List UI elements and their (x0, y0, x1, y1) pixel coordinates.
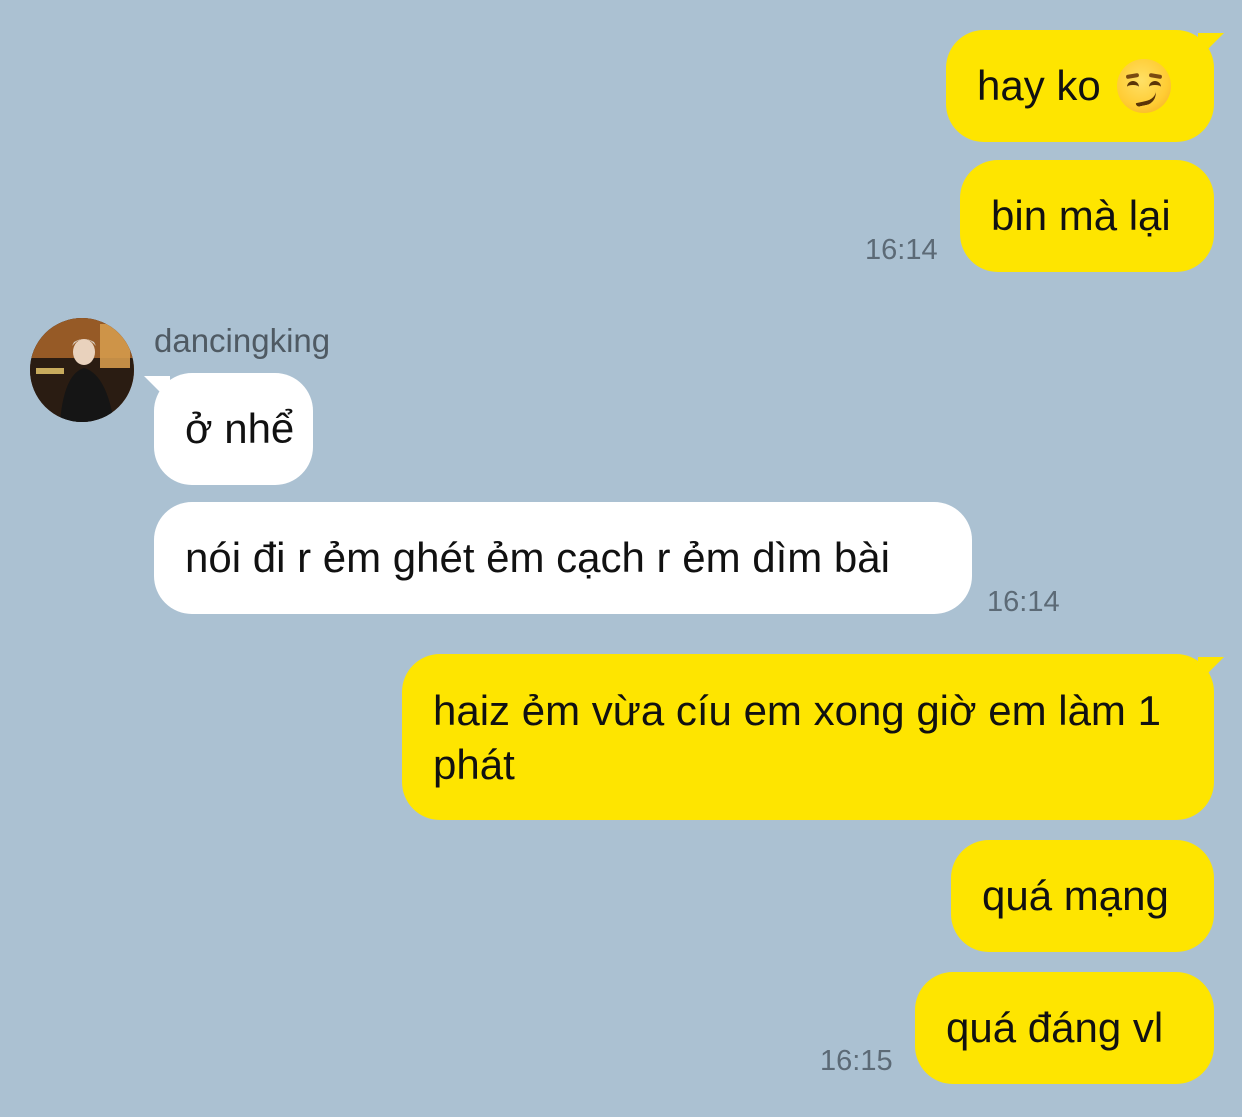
outgoing-message-bubble[interactable]: haiz ẻm vừa cíu em xong giờ em làm 1 phá… (402, 654, 1214, 820)
message-timestamp: 16:14 (865, 234, 938, 266)
message-text: quá đáng vl (946, 1004, 1164, 1051)
message-text: nói đi r ẻm ghét ẻm cạch r ẻm dìm bài (185, 534, 890, 581)
incoming-message-bubble[interactable]: ở nhể (154, 373, 313, 485)
message-text: bin mà lại (991, 192, 1171, 239)
message-timestamp: 16:14 (987, 586, 1060, 618)
message-text: ở nhể (185, 405, 295, 452)
incoming-message-bubble[interactable]: nói đi r ẻm ghét ẻm cạch r ẻm dìm bài (154, 502, 972, 614)
smirking-face-icon (1116, 59, 1171, 113)
sender-name: dancingking (154, 322, 331, 359)
bubble-tail (1198, 657, 1224, 683)
message-text: hay ko (977, 62, 1101, 109)
message-text: haiz ẻm vừa cíu em xong giờ em làm 1 phá… (433, 687, 1161, 788)
bubble-tail (1198, 33, 1224, 59)
message-timestamp: 16:15 (820, 1045, 893, 1077)
message-text: quá mạng (982, 872, 1169, 919)
outgoing-message-bubble[interactable]: quá đáng vl (915, 972, 1214, 1084)
outgoing-message-bubble[interactable]: hay ko (946, 30, 1214, 142)
avatar-photo (30, 318, 134, 422)
contact-avatar[interactable] (30, 318, 134, 422)
outgoing-message-bubble[interactable]: quá mạng (951, 840, 1214, 952)
outgoing-message-bubble[interactable]: bin mà lại (960, 160, 1214, 272)
